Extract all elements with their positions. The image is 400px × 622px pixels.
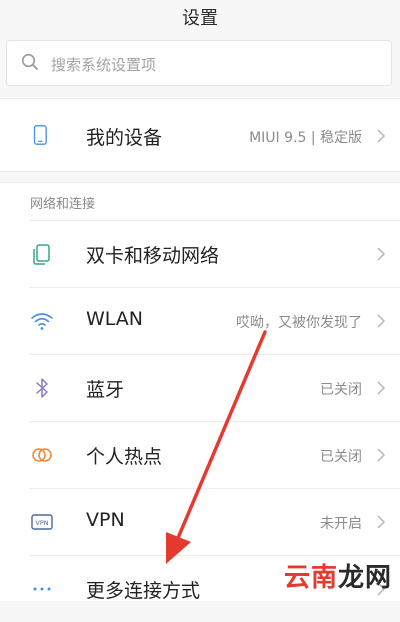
hotspot-icon bbox=[32, 448, 52, 462]
phone-icon bbox=[33, 125, 47, 145]
wlan-label: WLAN bbox=[86, 308, 144, 330]
chevron-right-icon bbox=[377, 247, 386, 261]
hotspot-label: 个人热点 bbox=[86, 446, 163, 468]
bluetooth-row[interactable]: 蓝牙 已关闭 bbox=[0, 355, 400, 421]
dual-sim-label: 双卡和移动网络 bbox=[86, 245, 220, 267]
wlan-row[interactable]: WLAN 哎呦，又被你发现了 bbox=[0, 288, 400, 354]
chevron-right-icon bbox=[377, 515, 386, 529]
hotspot-row[interactable]: 个人热点 已关闭 bbox=[0, 422, 400, 488]
search-icon bbox=[21, 53, 38, 70]
dual-sim-row[interactable]: 双卡和移动网络 bbox=[0, 221, 400, 287]
search-placeholder: 搜索系统设置项 bbox=[51, 56, 157, 74]
watermark-logo: 云南龙网 bbox=[284, 557, 392, 594]
chevron-right-icon bbox=[377, 129, 386, 143]
hotspot-value: 已关闭 bbox=[320, 449, 362, 465]
dual-sim-icon bbox=[33, 244, 50, 265]
chevron-right-icon bbox=[377, 314, 386, 328]
bluetooth-value: 已关闭 bbox=[320, 382, 362, 398]
vpn-value: 未开启 bbox=[320, 516, 362, 532]
wifi-icon bbox=[31, 313, 53, 330]
vpn-row[interactable]: VPN VPN 未开启 bbox=[0, 489, 400, 555]
vpn-icon: VPN bbox=[31, 514, 53, 530]
more-connections-label: 更多连接方式 bbox=[86, 580, 201, 602]
network-section: 网络和连接 双卡和移动网络 WLAN 哎呦，又被你发现了 蓝牙 已关闭 个人热点… bbox=[0, 182, 400, 602]
chevron-right-icon bbox=[377, 381, 386, 395]
title-bar: 设置 bbox=[0, 0, 400, 34]
section-title-network: 网络和连接 bbox=[30, 197, 96, 212]
device-section: 我的设备 MIUI 9.5 | 稳定版 bbox=[0, 98, 400, 172]
my-device-label: 我的设备 bbox=[86, 127, 163, 149]
watermark-part-2: 龙网 bbox=[337, 563, 392, 593]
chevron-right-icon bbox=[377, 448, 386, 462]
svg-text:VPN: VPN bbox=[35, 519, 48, 527]
watermark-part-1: 云南 bbox=[283, 563, 338, 593]
page-title: 设置 bbox=[182, 8, 218, 29]
my-device-row[interactable]: 我的设备 MIUI 9.5 | 稳定版 bbox=[0, 103, 400, 169]
bluetooth-label: 蓝牙 bbox=[86, 379, 125, 401]
search-box[interactable]: 搜索系统设置项 bbox=[6, 40, 392, 86]
vpn-label: VPN bbox=[86, 509, 125, 531]
wlan-value: 哎呦，又被你发现了 bbox=[236, 315, 362, 331]
my-device-value: MIUI 9.5 | 稳定版 bbox=[249, 130, 362, 146]
more-icon bbox=[33, 587, 51, 591]
bluetooth-icon bbox=[36, 378, 48, 398]
